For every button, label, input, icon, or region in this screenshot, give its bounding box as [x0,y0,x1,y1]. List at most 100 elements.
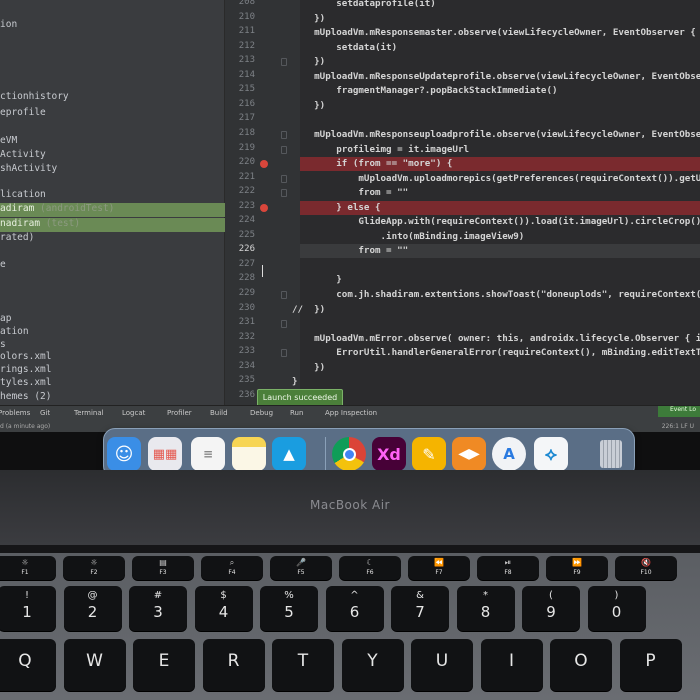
code-line[interactable]: profileimg = it.imageUrl [300,143,700,157]
tree-item[interactable]: adiram (androidTest) [0,203,225,217]
tree-item[interactable]: lication [0,189,46,203]
chrome-icon[interactable] [332,437,366,471]
code-line[interactable]: }) [300,12,700,26]
tree-item[interactable]: ctionhistory [0,91,69,105]
app-inspection-tab[interactable]: App Inspection [325,409,377,417]
fn-key-f4[interactable]: ⌕ F4 [201,556,263,580]
fold-marker-icon[interactable] [281,349,287,358]
tree-item[interactable]: olors.xml [0,351,51,365]
code-line[interactable]: mUploadVm.mError.observe( owner: this, a… [300,332,700,346]
tree-item[interactable]: ation [0,326,29,340]
cursor-position[interactable]: 226:1 LF U [662,423,694,430]
tree-item[interactable]: ion [0,19,17,33]
fn-key-f2[interactable]: ☼ F2 [63,556,125,580]
problems-tab[interactable]: Problems [0,409,30,417]
tree-item[interactable]: e [0,259,6,273]
git-tab[interactable]: Git [40,409,50,417]
code-line[interactable]: }) [300,361,700,375]
letter-key-i[interactable]: I [480,639,543,691]
letter-key-t[interactable]: T [272,639,334,691]
code-line[interactable]: com.jh.shadiram.extentions.showToast("do… [300,288,700,302]
code-line[interactable]: } [300,273,700,287]
letter-key-w[interactable]: W [63,639,126,691]
tree-item[interactable]: shActivity [0,163,57,177]
code-line[interactable]: from = "" [300,244,700,259]
number-key-0[interactable]: ) 0 [587,586,646,631]
code-line[interactable]: if (from == "more") { [300,157,700,172]
debug-tab[interactable]: Debug [250,409,273,417]
letter-key-u[interactable]: U [411,639,473,691]
number-key-7[interactable]: & 7 [391,586,449,631]
code-line[interactable]: fragmentManager?.popBackStackImmediate() [300,84,700,98]
finder-icon[interactable]: ☺ [107,437,141,471]
number-key-3[interactable]: #3 [129,586,187,631]
number-key-8[interactable]: * 8 [456,586,515,631]
build-tab[interactable]: Build [210,409,228,417]
code-line[interactable]: mUploadVm.mResponseUpdateprofile.observe… [300,70,700,84]
number-key-6[interactable]: ^ 6 [325,586,384,631]
fn-key-f8[interactable]: ⏯ F8 [477,556,539,580]
keynote-icon[interactable]: ▲ [272,437,306,471]
code-line[interactable]: from = "" [300,186,700,200]
fn-key-f1[interactable]: ☼ F1 [0,556,56,580]
code-line[interactable]: mUploadVm.mResponseuploadprofile.observe… [300,128,700,142]
profiler-tab[interactable]: Profiler [167,409,192,417]
fold-marker-icon[interactable] [281,291,287,299]
tree-item[interactable]: Activity [0,149,46,163]
xd-icon[interactable]: Xd [372,437,406,471]
fold-marker-icon[interactable] [281,320,287,329]
vscode-icon[interactable]: ⟡ [534,437,568,471]
code-line[interactable]: }) [300,55,700,69]
letter-key-r[interactable]: R [202,639,265,691]
code-line[interactable]: GlideApp.with(requireContext()).load(it.… [300,215,700,229]
tree-item[interactable]: eVM [0,135,17,149]
code-editor[interactable]: setdataprofile(it) }) mUploadVm.mRespons… [292,0,700,405]
code-line[interactable]: .into(mBinding.imageView9) [300,230,700,244]
letter-key-e[interactable]: E [133,639,195,691]
transfer-icon[interactable]: ◀▶ [452,437,486,471]
letter-key-p[interactable]: P [619,639,682,691]
tree-item[interactable]: eprofile [0,107,46,121]
letter-key-y[interactable]: Y [341,639,404,691]
tree-item[interactable]: nadiram (test) [0,218,225,232]
tree-item[interactable]: rings.xml [0,364,51,378]
trash-icon[interactable] [594,437,628,471]
fold-marker-icon[interactable] [281,145,287,154]
code-line[interactable] [300,113,700,127]
number-key-2[interactable]: @2 [63,586,122,631]
breakpoint-icon[interactable] [260,160,268,169]
code-line[interactable]: } else { [300,200,700,215]
letter-key-o[interactable]: O [550,639,612,691]
reminders-icon[interactable]: ≡ [191,437,225,471]
code-line[interactable]: // }) [292,303,700,317]
event-log-button[interactable]: Event Lo [658,406,700,417]
terminal-tab[interactable]: Terminal [74,409,104,417]
breakpoint-icon[interactable] [260,203,268,212]
fn-key-f6[interactable]: ☾ F6 [339,556,401,580]
code-line[interactable]: setdataprofile(it) [300,0,700,11]
number-key-1[interactable]: ! 1 [0,586,56,631]
letter-key-q[interactable]: Q [0,639,56,691]
fn-key-f7[interactable]: ⏪ F7 [408,556,470,580]
notes-icon[interactable] [232,437,266,471]
code-line[interactable]: } [292,375,700,389]
fn-key-f9[interactable]: ⏩ F9 [546,556,608,580]
code-line[interactable] [300,317,700,331]
code-line[interactable]: ErrorUtil.handlerGeneralError(requireCon… [300,346,700,360]
pen-icon[interactable]: ✎ [412,437,446,471]
code-line[interactable]: setdata(it) [300,41,700,55]
number-key-5[interactable]: % 5 [260,586,318,631]
code-line[interactable]: }) [300,99,700,113]
tree-item[interactable]: rated) [0,232,34,246]
code-line[interactable] [300,259,700,273]
number-key-4[interactable]: $4 [194,586,253,631]
simulator-icon[interactable]: A [492,437,526,471]
fn-key-f3[interactable]: ▤ F3 [132,556,194,580]
tree-item[interactable]: tyles.xml [0,377,51,391]
fold-marker-icon[interactable] [281,58,287,67]
code-line[interactable]: mUploadVm.mResponsemaster.observe(viewLi… [300,26,700,40]
fn-key-f10[interactable]: 🔇 F10 [615,556,677,580]
logcat-tab[interactable]: Logcat [122,409,145,417]
fold-marker-icon[interactable] [281,130,287,139]
run-tab[interactable]: Run [290,409,303,417]
